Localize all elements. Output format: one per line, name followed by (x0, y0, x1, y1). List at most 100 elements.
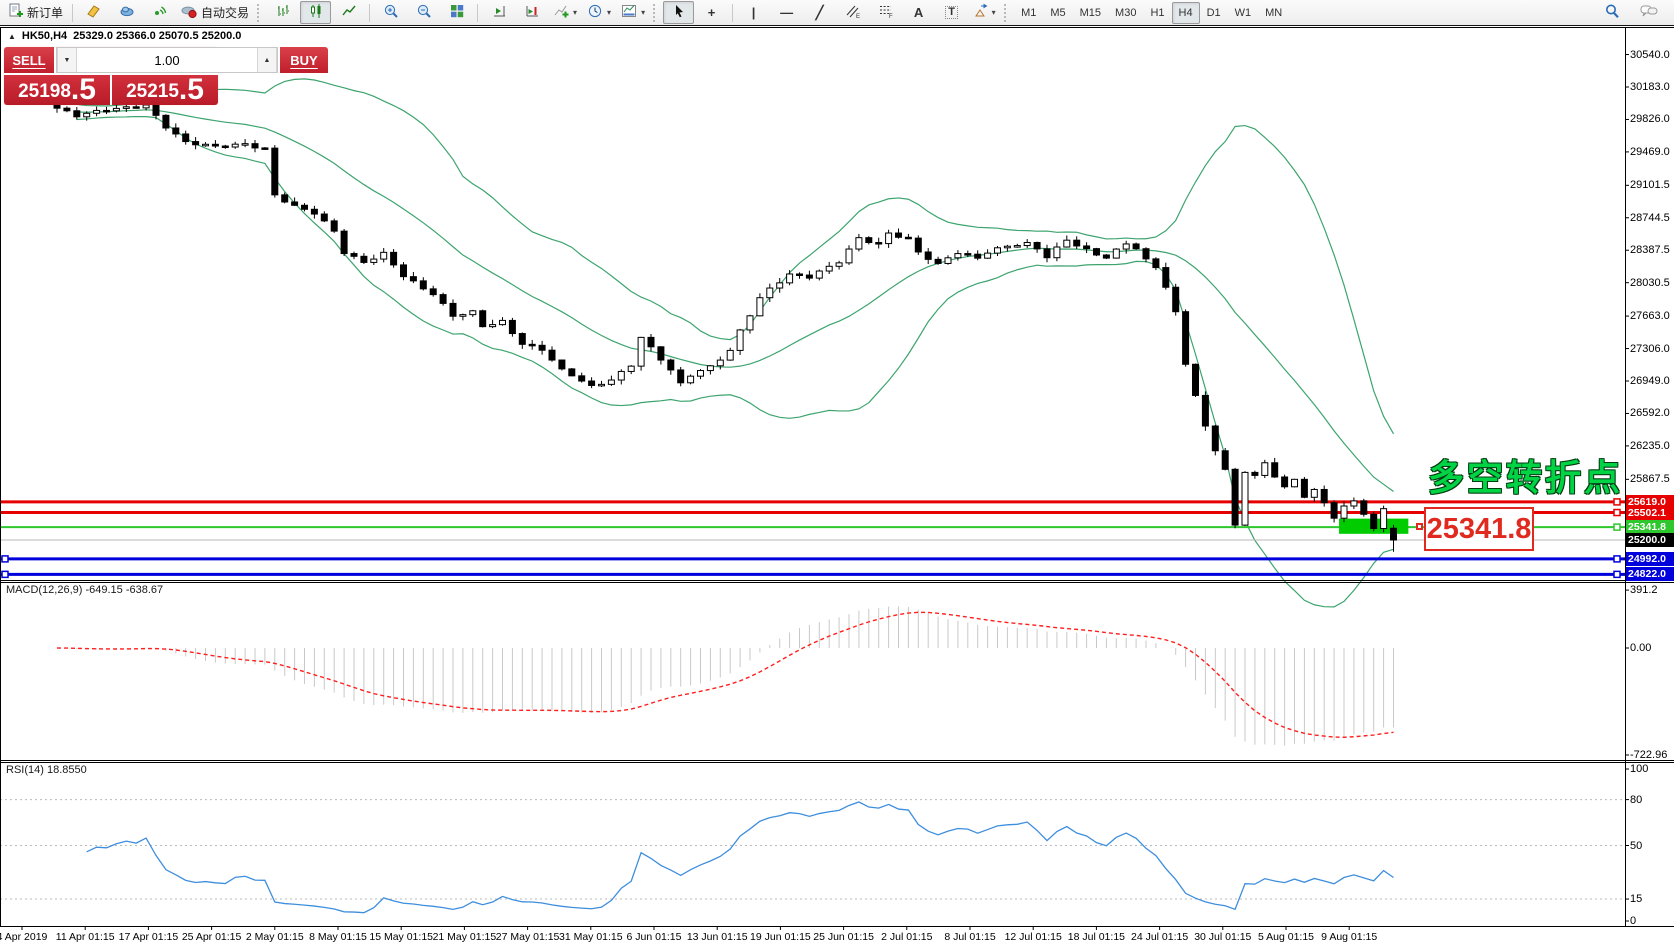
line-chart-icon (341, 3, 357, 22)
buy-button[interactable]: BUY (280, 47, 328, 73)
y-axis-label: 29101.5 (1630, 179, 1670, 191)
add-indicator-button[interactable]: ▾ (549, 1, 581, 24)
y-axis-label: 25867.5 (1630, 473, 1670, 485)
timeframe-group: M1M5M15M30H1H4D1W1MN (1014, 2, 1289, 24)
add-indicator-icon (553, 3, 569, 22)
line-chart-button[interactable] (333, 1, 364, 24)
tab-timeframe-M5[interactable]: M5 (1043, 2, 1072, 24)
highlight-rect[interactable] (1339, 519, 1408, 534)
chart-shift-button[interactable] (516, 1, 547, 24)
market-watch-button[interactable] (111, 1, 142, 24)
candlestick-chart-button[interactable] (300, 1, 331, 24)
trendline-icon: ╱ (816, 6, 824, 19)
autotrading-button[interactable]: 自动交易 (177, 1, 253, 24)
volume-input[interactable] (77, 48, 257, 72)
y-axis-label: 28387.5 (1630, 244, 1670, 256)
x-axis-label: 27 May 01:15 (496, 931, 560, 943)
label-tool-button[interactable]: T (936, 1, 967, 24)
rsi-axis-label: 80 (1630, 794, 1642, 806)
crosshair-button[interactable]: + (696, 1, 727, 24)
template-icon (621, 3, 637, 22)
rsi-axis-label: 0 (1630, 915, 1636, 927)
buy-price-display[interactable]: 25215.5 (112, 75, 218, 105)
shapes-icon (974, 3, 988, 22)
x-axis-label: 30 Jul 01:15 (1194, 931, 1251, 943)
chat-button[interactable] (1633, 1, 1664, 24)
bar-chart-button[interactable] (267, 1, 298, 24)
y-axis-label: 27663.0 (1630, 310, 1670, 322)
horizontal-line-button[interactable]: — (771, 1, 802, 24)
template-button[interactable]: ▾ (617, 1, 649, 24)
zoom-in-button[interactable] (375, 1, 406, 24)
tile-windows-button[interactable] (441, 1, 472, 24)
bollinger-bands (77, 79, 1394, 607)
crosshair-icon: + (708, 6, 716, 19)
volume-decrease-button[interactable]: ▼ (57, 48, 77, 72)
chevron-down-icon: ▾ (641, 8, 645, 17)
price-callout-handle[interactable] (1416, 523, 1423, 530)
vertical-line-button[interactable]: | (738, 1, 769, 24)
sell-button[interactable]: SELL (4, 47, 54, 73)
text-icon: A (914, 6, 923, 19)
tab-timeframe-H4[interactable]: H4 (1172, 2, 1200, 24)
toolbar-grip[interactable] (257, 4, 261, 22)
volume-increase-button[interactable]: ▲ (257, 48, 277, 72)
signals-button[interactable] (144, 1, 175, 24)
x-axis-label: 2 Jul 01:15 (881, 931, 932, 943)
trendline-button[interactable]: ╱ (804, 1, 835, 24)
price-tag: 25502.1 (1626, 506, 1674, 520)
chevron-down-icon: ▾ (992, 8, 996, 17)
x-axis-label: 31 May 01:15 (559, 931, 623, 943)
fibonacci-button[interactable]: F (870, 1, 901, 24)
text-tool-button[interactable]: A (903, 1, 934, 24)
rsi-axis-label: 50 (1630, 840, 1642, 852)
x-axis-label: 5 Aug 01:15 (1258, 931, 1314, 943)
toolbar-grip[interactable] (653, 4, 657, 22)
chat-icon (1640, 3, 1658, 22)
cursor-button[interactable] (663, 1, 694, 24)
tab-timeframe-D1[interactable]: D1 (1200, 2, 1228, 24)
zoom-out-button[interactable] (408, 1, 439, 24)
search-button[interactable] (1596, 1, 1627, 24)
toolbar: 新订单 自动交易 ▾ ▾ ▾ + | — ╱ E F A T ▾ (0, 0, 1674, 26)
new-order-label: 新订单 (27, 4, 63, 21)
y-axis-label: 30183.0 (1630, 81, 1670, 93)
price-callout[interactable]: 25341.8 (1424, 507, 1534, 551)
pane-frames (0, 27, 1674, 930)
channel-button[interactable]: E (837, 1, 868, 24)
periods-button[interactable]: ▾ (583, 1, 615, 24)
autotrading-icon (181, 3, 198, 22)
chevron-down-icon: ▾ (607, 8, 611, 17)
label-icon: T (945, 6, 958, 19)
y-axis-label: 26949.0 (1630, 375, 1670, 387)
tab-timeframe-MN[interactable]: MN (1258, 2, 1289, 24)
tab-timeframe-M15[interactable]: M15 (1073, 2, 1108, 24)
chart-canvas (0, 0, 1674, 949)
sell-price-display[interactable]: 25198.5 (4, 75, 110, 105)
horizontal-line-icon: — (780, 6, 793, 19)
tab-timeframe-H1[interactable]: H1 (1143, 2, 1171, 24)
shapes-button[interactable]: ▾ (969, 1, 1000, 24)
bar-chart-icon (275, 3, 291, 22)
vertical-line-icon: | (752, 6, 756, 19)
toolbar-grip[interactable] (1004, 4, 1008, 22)
candlestick-icon (308, 3, 324, 22)
trade-panel: SELL ▼ ▲ BUY 25198.5 25215.5 (4, 47, 218, 105)
tab-timeframe-M30[interactable]: M30 (1108, 2, 1143, 24)
history-center-button[interactable] (78, 1, 109, 24)
y-axis-label: 30540.0 (1630, 49, 1670, 61)
cloud-icon (119, 3, 135, 22)
new-order-button[interactable]: 新订单 (4, 1, 67, 24)
tab-timeframe-W1[interactable]: W1 (1228, 2, 1259, 24)
chevron-down-icon: ▾ (573, 8, 577, 17)
collapse-panel-icon[interactable]: ▲ (8, 32, 16, 41)
tab-timeframe-M1[interactable]: M1 (1014, 2, 1043, 24)
y-axis-label: 29826.0 (1630, 113, 1670, 125)
auto-scroll-button[interactable] (483, 1, 514, 24)
x-axis-label: 19 Jun 01:15 (750, 931, 811, 943)
annotation-turning-point[interactable]: 多空转折点 (1428, 449, 1623, 501)
x-axis-label: 8 Jul 01:15 (944, 931, 995, 943)
zoom-out-icon (416, 3, 432, 22)
separator (72, 4, 73, 22)
y-axis-label: 26235.0 (1630, 440, 1670, 452)
